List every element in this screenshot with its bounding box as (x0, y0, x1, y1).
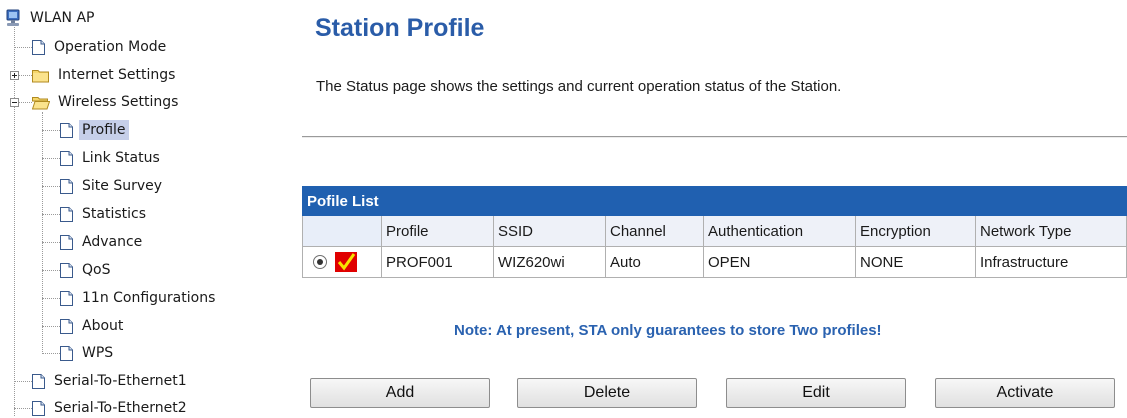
page-icon (60, 290, 73, 306)
divider (302, 136, 1127, 138)
sidebar-item-11n-configurations[interactable]: 11n Configurations (60, 288, 218, 308)
row-select-cell (302, 246, 382, 278)
delete-button[interactable]: Delete (517, 378, 697, 408)
column-header-encryption: Encryption (855, 215, 976, 247)
tree-connector (42, 270, 60, 271)
page-icon (32, 373, 45, 389)
tree-connector (14, 408, 32, 409)
tree-connector (42, 214, 60, 215)
cell-encryption: NONE (855, 246, 976, 278)
page-title: Station Profile (315, 14, 485, 42)
sidebar-item-profile[interactable]: Profile (60, 120, 129, 140)
sidebar-item-wireless-settings[interactable]: Wireless Settings (32, 92, 181, 112)
page-icon (60, 178, 73, 194)
folder-open-icon (32, 95, 50, 110)
add-button[interactable]: Add (310, 378, 490, 408)
column-header-profile: Profile (381, 215, 494, 247)
cell-authentication: OPEN (703, 246, 856, 278)
computer-icon (5, 9, 21, 27)
folder-icon (32, 68, 50, 83)
sidebar-item-site-survey[interactable]: Site Survey (60, 176, 165, 196)
page-icon (60, 150, 73, 166)
tree-connector (14, 24, 15, 416)
sidebar-item-label: Operation Mode (54, 39, 167, 55)
tree-root-label: WLAN AP (30, 10, 95, 26)
page-icon (60, 345, 73, 361)
tree-connector (14, 381, 32, 382)
sidebar-item-wps[interactable]: WPS (60, 343, 116, 363)
edit-button[interactable]: Edit (726, 378, 906, 408)
tree-connector (42, 130, 60, 131)
active-check-icon (335, 252, 358, 272)
tree-connector (42, 326, 60, 327)
tree-connector (19, 75, 32, 76)
sidebar-item-label: Internet Settings (58, 67, 176, 83)
sidebar-item-serial-to-ethernet2[interactable]: Serial-To-Ethernet2 (32, 398, 190, 418)
sidebar-item-label: Serial-To-Ethernet1 (54, 373, 187, 389)
page-icon (60, 318, 73, 334)
sidebar-item-link-status[interactable]: Link Status (60, 148, 163, 168)
page-icon (32, 400, 45, 416)
sidebar-item-operation-mode[interactable]: Operation Mode (32, 37, 169, 57)
column-header-select (302, 215, 382, 247)
sidebar-item-statistics[interactable]: Statistics (60, 204, 149, 224)
sidebar-tree: WLAN AP Operation Mode Internet Settings… (0, 0, 270, 416)
sidebar-item-label: Serial-To-Ethernet2 (54, 400, 187, 416)
sidebar-item-label: Advance (82, 234, 143, 250)
sidebar-item-label: Link Status (82, 150, 160, 166)
tree-connector (42, 112, 43, 354)
tree-connector (42, 186, 60, 187)
column-header-channel: Channel (605, 215, 704, 247)
sidebar-item-internet-settings[interactable]: Internet Settings (32, 65, 178, 85)
sidebar-item-label: Profile (79, 120, 129, 140)
sidebar-item-label: QoS (82, 262, 111, 278)
cell-profile: PROF001 (381, 246, 494, 278)
collapse-toggle-icon[interactable] (10, 98, 19, 107)
tree-connector (42, 353, 60, 354)
sidebar-item-label: About (82, 318, 124, 334)
sidebar-item-about[interactable]: About (60, 316, 126, 336)
cell-channel: Auto (605, 246, 704, 278)
table-caption: Pofile List (302, 186, 1127, 216)
sidebar-item-label: Site Survey (82, 178, 163, 194)
page-icon (60, 206, 73, 222)
sidebar-item-serial-to-ethernet1[interactable]: Serial-To-Ethernet1 (32, 371, 190, 391)
expand-toggle-icon[interactable] (10, 71, 19, 80)
page-description: The Status page shows the settings and c… (316, 78, 842, 95)
page-icon (60, 262, 73, 278)
column-header-ssid: SSID (493, 215, 606, 247)
tree-connector (42, 158, 60, 159)
tree-connector (42, 242, 60, 243)
cell-ssid: WIZ620wi (493, 246, 606, 278)
activate-button[interactable]: Activate (935, 378, 1115, 408)
table-header-row: Profile SSID Channel Authentication Encr… (302, 215, 1127, 247)
profile-list-table: Pofile List Profile SSID Channel Authent… (302, 186, 1127, 278)
table-row[interactable]: PROF001 WIZ620wi Auto OPEN NONE Infrastr… (302, 246, 1127, 278)
tree-connector (42, 298, 60, 299)
sidebar-item-label: Wireless Settings (58, 94, 179, 110)
profile-radio[interactable] (313, 255, 327, 269)
sidebar-item-label: WPS (82, 345, 114, 361)
page-icon (60, 234, 73, 250)
tree-connector (19, 102, 32, 103)
sidebar-item-qos[interactable]: QoS (60, 260, 113, 280)
tree-connector (14, 47, 32, 48)
column-header-network-type: Network Type (975, 215, 1127, 247)
cell-network-type: Infrastructure (975, 246, 1127, 278)
page-icon (60, 122, 73, 138)
page-icon (32, 39, 45, 55)
sidebar-item-label: 11n Configurations (82, 290, 216, 306)
column-header-authentication: Authentication (703, 215, 856, 247)
sidebar-item-advance[interactable]: Advance (60, 232, 145, 252)
tree-root[interactable]: WLAN AP (5, 8, 94, 28)
sidebar-item-label: Statistics (82, 206, 146, 222)
note-text: Note: At present, STA only guarantees to… (454, 322, 882, 339)
